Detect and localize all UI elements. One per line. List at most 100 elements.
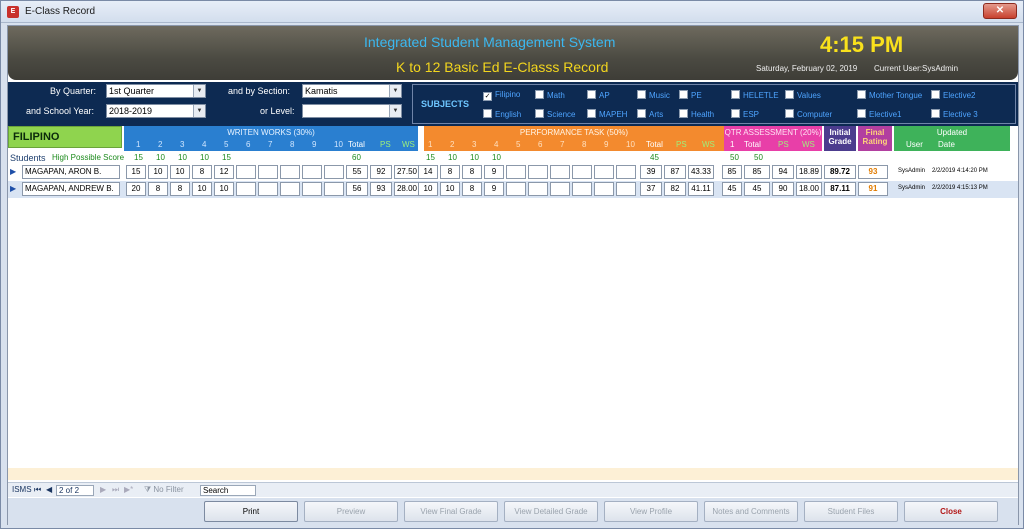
ww-score-4[interactable]: 10 <box>192 182 212 196</box>
notes-and-comments-button[interactable]: Notes and Comments <box>704 501 798 522</box>
subject-checkbox-computer[interactable]: Computer <box>785 109 832 119</box>
subject-checkbox-pe[interactable]: PE <box>679 90 702 100</box>
ww-score-2[interactable]: 8 <box>148 182 168 196</box>
last-record-icon[interactable]: ⏭ <box>112 485 119 495</box>
ww-score-7[interactable] <box>258 182 278 196</box>
students-label: Students <box>10 153 46 163</box>
subject-label: Health <box>691 110 715 119</box>
ww-ps-header: PS <box>380 140 391 149</box>
school-year-select[interactable]: 2018-2019 ▼ <box>106 104 206 118</box>
close-button[interactable]: Close <box>904 501 998 522</box>
print-button[interactable]: Print <box>204 501 298 522</box>
pt-score-4[interactable]: 9 <box>484 165 504 179</box>
subject-checkbox-math[interactable]: Math <box>535 90 565 100</box>
qa-score[interactable]: 85 <box>722 165 742 179</box>
ww-score-9[interactable] <box>302 182 322 196</box>
pt-score-7[interactable] <box>550 165 570 179</box>
ww-score-6[interactable] <box>236 165 256 179</box>
subject-checkbox-science[interactable]: Science <box>535 109 575 119</box>
ww-col-4: 4 <box>202 140 207 149</box>
subject-checkbox-elective-3[interactable]: Elective 3 <box>931 109 978 119</box>
pt-score-4[interactable]: 9 <box>484 182 504 196</box>
first-record-icon[interactable]: ⏮ <box>34 485 41 495</box>
subject-checkbox-filipino[interactable]: ✓ Filipino <box>483 90 520 101</box>
pt-score-10[interactable] <box>616 165 636 179</box>
ww-score-5[interactable]: 12 <box>214 165 234 179</box>
student-files-button[interactable]: Student Files <box>804 501 898 522</box>
pt-score-9[interactable] <box>594 182 614 196</box>
ww-score-3[interactable]: 10 <box>170 165 190 179</box>
qa-ws-header: WS <box>802 140 815 149</box>
pt-score-10[interactable] <box>616 182 636 196</box>
hps-ww-5: 15 <box>222 153 231 162</box>
chevron-down-icon: ▼ <box>193 85 205 97</box>
ww-score-10[interactable] <box>324 182 344 196</box>
ww-score-3[interactable]: 8 <box>170 182 190 196</box>
initial-grade: 87.11 <box>824 182 856 196</box>
ww-score-7[interactable] <box>258 165 278 179</box>
prev-record-icon[interactable]: ◀ <box>46 485 52 494</box>
row-selector-icon[interactable]: ▶ <box>10 184 16 193</box>
view-detailed-grade-button[interactable]: View Detailed Grade <box>504 501 598 522</box>
next-record-icon[interactable]: ▶ <box>100 485 106 494</box>
ww-score-9[interactable] <box>302 165 322 179</box>
pt-score-6[interactable] <box>528 182 548 196</box>
close-x-icon: ✕ <box>995 5 1005 16</box>
row-selector-icon[interactable]: ▶ <box>10 167 16 176</box>
pt-score-8[interactable] <box>572 182 592 196</box>
final-rating-label: Final Rating <box>862 128 888 146</box>
subject-checkbox-esp[interactable]: ESP <box>731 109 759 119</box>
new-record-icon[interactable]: ▶* <box>124 485 133 494</box>
title-bar: E E-Class Record ✕ <box>1 1 1023 23</box>
ww-score-1[interactable]: 15 <box>126 165 146 179</box>
pt-score-2[interactable]: 10 <box>440 182 460 196</box>
subject-checkbox-arts[interactable]: Arts <box>637 109 663 119</box>
ww-score-8[interactable] <box>280 182 300 196</box>
subject-checkbox-mother-tongue[interactable]: Mother Tongue <box>857 90 922 100</box>
ww-score-5[interactable]: 10 <box>214 182 234 196</box>
table-row[interactable]: ▶ MAGAPAN, ANDREW B. 20 8 8 10 10 56 93 28.00 10 10… <box>8 181 1018 198</box>
subject-checkbox-mapeh[interactable]: MAPEH <box>587 109 627 119</box>
record-position[interactable]: 2 of 2 <box>56 485 94 496</box>
filter-icon: ⧩ <box>144 485 152 494</box>
pt-score-7[interactable] <box>550 182 570 196</box>
subject-checkbox-music[interactable]: Music <box>637 90 670 100</box>
subject-checkbox-ap[interactable]: AP <box>587 90 610 100</box>
checkbox-icon <box>483 109 492 118</box>
ww-score-1[interactable]: 20 <box>126 182 146 196</box>
preview-button[interactable]: Preview <box>304 501 398 522</box>
table-row[interactable]: ▶ MAGAPAN, ARON B. 15 10 10 8 12 55 92 27.50 14 8 8 9… <box>8 164 1018 181</box>
pt-score-1[interactable]: 14 <box>418 165 438 179</box>
subject-checkbox-elective1[interactable]: Elective1 <box>857 109 901 119</box>
ww-score-2[interactable]: 10 <box>148 165 168 179</box>
pt-score-3[interactable]: 8 <box>462 182 482 196</box>
subject-checkbox-values[interactable]: Values <box>785 90 821 100</box>
pt-score-1[interactable]: 10 <box>418 182 438 196</box>
subject-checkbox-heletle[interactable]: HELETLE <box>731 90 779 100</box>
pt-score-3[interactable]: 8 <box>462 165 482 179</box>
view-final-grade-button[interactable]: View Final Grade <box>404 501 498 522</box>
ww-score-6[interactable] <box>236 182 256 196</box>
subject-checkbox-elective2[interactable]: Elective2 <box>931 90 975 100</box>
pt-score-6[interactable] <box>528 165 548 179</box>
checkbox-icon <box>679 109 688 118</box>
subject-checkbox-health[interactable]: Health <box>679 109 714 119</box>
pt-score-9[interactable] <box>594 165 614 179</box>
ww-score-4[interactable]: 8 <box>192 165 212 179</box>
qa-score[interactable]: 45 <box>722 182 742 196</box>
eclass-window: E E-Class Record ✕ Integrated Student Ma… <box>0 0 1024 529</box>
section-select[interactable]: Kamatis ▼ <box>302 84 402 98</box>
pt-score-8[interactable] <box>572 165 592 179</box>
close-window-button[interactable]: ✕ <box>983 3 1017 19</box>
quarter-select[interactable]: 1st Quarter ▼ <box>106 84 206 98</box>
pt-score-5[interactable] <box>506 165 526 179</box>
level-select[interactable]: ▼ <box>302 104 402 118</box>
pt-score-2[interactable]: 8 <box>440 165 460 179</box>
ww-score-10[interactable] <box>324 165 344 179</box>
pt-score-5[interactable] <box>506 182 526 196</box>
search-input[interactable]: Search <box>200 485 256 496</box>
view-profile-button[interactable]: View Profile <box>604 501 698 522</box>
ww-score-8[interactable] <box>280 165 300 179</box>
subject-checkbox-english[interactable]: English <box>483 109 521 119</box>
no-filter-indicator[interactable]: ⧩ No Filter <box>144 485 184 495</box>
